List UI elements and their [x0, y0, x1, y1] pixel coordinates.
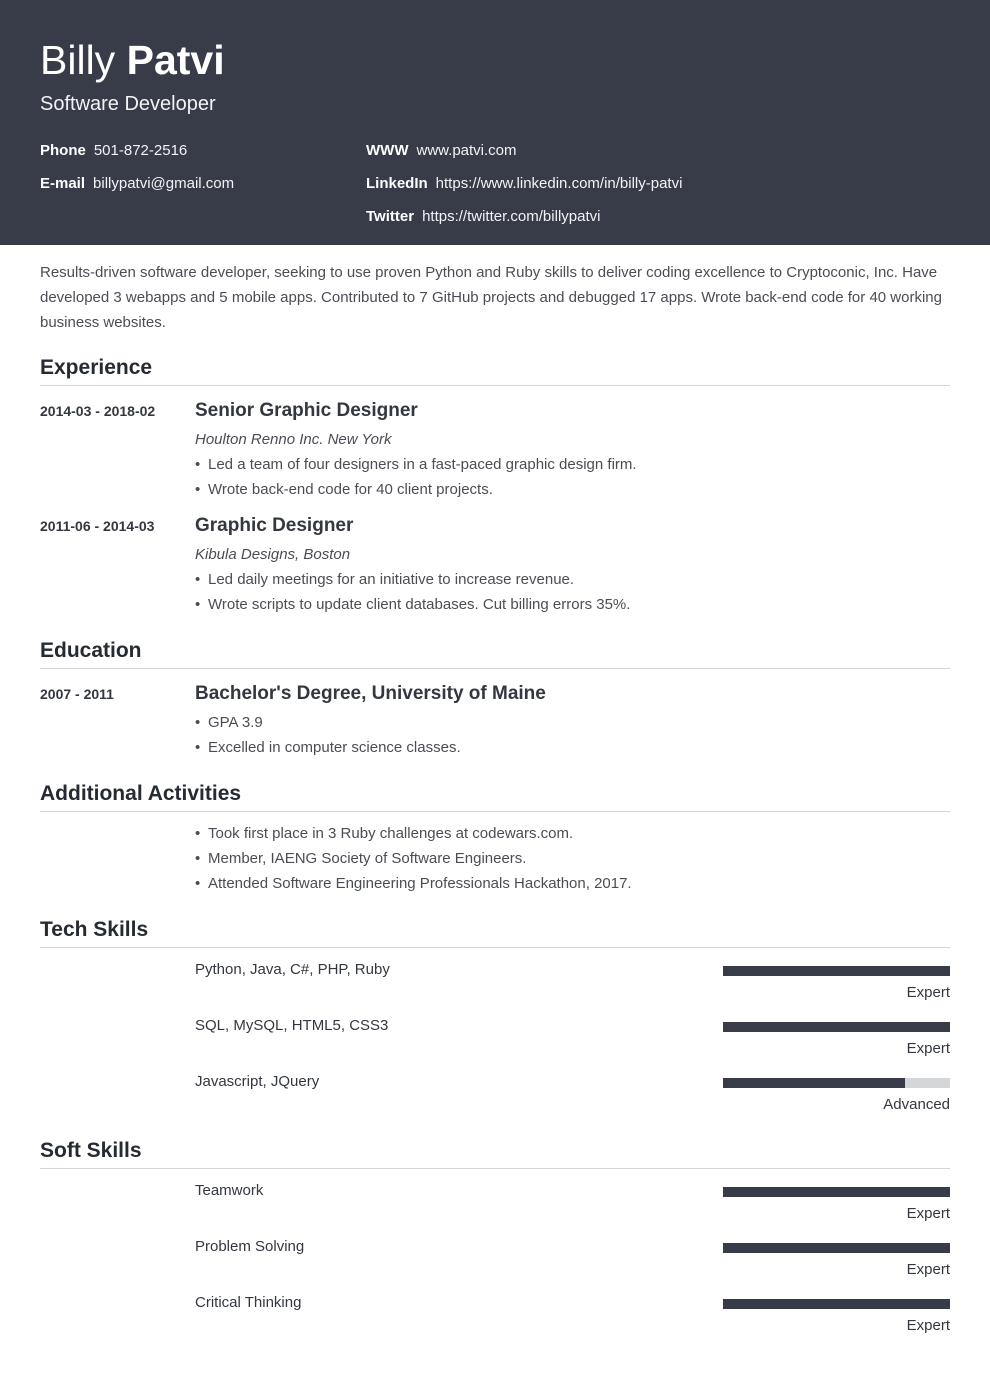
contact-www: WWW www.patvi.com: [366, 141, 517, 161]
bullet-icon: •: [195, 875, 201, 892]
contact-label: WWW: [366, 142, 409, 159]
contact-value[interactable]: www.patvi.com: [416, 142, 516, 159]
bullet-icon: •: [195, 481, 201, 498]
section-divider: [40, 811, 950, 812]
experience-role: Graphic Designer: [195, 515, 354, 536]
skill-level-label: Expert: [906, 1261, 950, 1278]
education-dates: 2007 - 2011: [40, 686, 114, 702]
section-title-soft-skills: Soft Skills: [40, 1139, 142, 1162]
bullet-icon: •: [195, 739, 201, 756]
last-name: Patvi: [126, 37, 225, 83]
bullet-icon: •: [195, 850, 201, 867]
experience-dates: 2011-06 - 2014-03: [40, 518, 155, 534]
skill-level-bar: [723, 1078, 950, 1088]
list-item: • Wrote scripts to update client database…: [195, 596, 631, 613]
skill-name: Python, Java, C#, PHP, Ruby: [195, 961, 390, 978]
contact-email: E-mail billypatvi@gmail.com: [40, 174, 234, 194]
section-title-tech-skills: Tech Skills: [40, 918, 149, 941]
skill-level-label: Expert: [906, 984, 950, 1001]
contact-value[interactable]: billypatvi@gmail.com: [93, 175, 234, 192]
section-divider: [40, 668, 950, 669]
list-item: • Led daily meetings for an initiative to…: [195, 571, 575, 588]
list-item: • Attended Software Engineering Professio…: [195, 875, 632, 892]
experience-role: Senior Graphic Designer: [195, 400, 418, 421]
contact-label: Twitter: [366, 208, 415, 225]
list-item: • Led a team of four designers in a fast-…: [195, 456, 637, 473]
skill-name: SQL, MySQL, HTML5, CSS3: [195, 1017, 389, 1034]
bullet-icon: •: [195, 714, 201, 731]
skill-level-label: Expert: [906, 1205, 950, 1222]
first-name: Billy: [40, 37, 116, 83]
contact-value[interactable]: https://www.linkedin.com/in/billy-patvi: [436, 175, 683, 192]
contact-phone: Phone 501-872-2516: [40, 141, 187, 161]
list-item: • Excelled in computer science classes.: [195, 739, 461, 756]
skill-level-bar: [723, 1299, 950, 1309]
bullet-icon: •: [195, 456, 201, 473]
skill-level-fill: [723, 1078, 905, 1088]
education-degree: Bachelor's Degree, University of Maine: [195, 683, 546, 704]
skill-name: Critical Thinking: [195, 1294, 302, 1311]
skill-level-fill: [723, 1187, 950, 1197]
skill-level-bar: [723, 1187, 950, 1197]
skill-level-bar: [723, 1243, 950, 1253]
contact-value[interactable]: https://twitter.com/billypatvi: [422, 208, 600, 225]
skill-level-fill: [723, 1243, 950, 1253]
section-title-activities: Additional Activities: [40, 782, 242, 805]
job-title: Software Developer: [40, 93, 216, 115]
bullet-icon: •: [195, 571, 201, 588]
skill-level-bar: [723, 966, 950, 976]
section-divider: [40, 1168, 950, 1169]
contact-label: Phone: [40, 142, 86, 159]
list-item: • Took first place in 3 Ruby challenges a…: [195, 825, 574, 842]
skill-level-label: Expert: [906, 1040, 950, 1057]
candidate-name: Billy Patvi: [40, 36, 225, 84]
bullet-icon: •: [195, 825, 201, 842]
contact-label: LinkedIn: [366, 175, 428, 192]
section-title-education: Education: [40, 639, 142, 662]
list-item: • Member, IAENG Society of Software Engin…: [195, 850, 527, 867]
skill-level-bar: [723, 1022, 950, 1032]
experience-dates: 2014-03 - 2018-02: [40, 403, 156, 419]
skill-name: Problem Solving: [195, 1238, 305, 1255]
contact-value: 501-872-2516: [93, 142, 188, 159]
skill-level-label: Advanced: [883, 1096, 950, 1113]
summary-paragraph: Results-driven software developer, seeki…: [40, 264, 942, 331]
skill-level-label: Expert: [906, 1317, 950, 1334]
skill-level-fill: [723, 1299, 950, 1309]
experience-company: Kibula Designs, Boston: [195, 546, 351, 563]
contact-label: E-mail: [40, 175, 86, 192]
experience-company: Houlton Renno Inc. New York: [195, 431, 392, 448]
resume-header: Billy Patvi Software Developer Phone 501-…: [0, 0, 990, 245]
section-divider: [40, 947, 950, 948]
list-item: • Wrote back-end code for 40 client proje…: [195, 481, 493, 498]
contact-twitter: Twitter https://twitter.com/billypatvi: [366, 207, 600, 227]
section-divider: [40, 385, 950, 386]
skill-name: Javascript, JQuery: [195, 1073, 320, 1090]
section-title-experience: Experience: [40, 356, 153, 379]
skill-level-fill: [723, 966, 950, 976]
list-item: • GPA 3.9: [195, 714, 263, 731]
contact-linkedin: LinkedIn https://www.linkedin.com/in/bill…: [366, 174, 682, 194]
skill-name: Teamwork: [195, 1182, 264, 1199]
skill-level-fill: [723, 1022, 950, 1032]
bullet-icon: •: [195, 596, 201, 613]
